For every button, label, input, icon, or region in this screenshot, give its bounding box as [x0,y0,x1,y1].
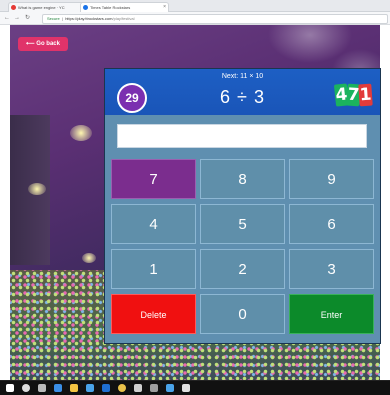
browser-tab-1[interactable]: What is game engine · YC × [8,2,87,12]
stage-light [70,125,92,141]
key-6[interactable]: 6 [289,204,374,244]
back-arrow-icon: ⟵ [26,41,37,47]
windows-taskbar [0,380,390,395]
secure-label: Secure [47,16,60,21]
answer-input[interactable] [117,124,367,148]
settings-icon[interactable] [166,384,174,392]
ttrockstars-logo: 4 7 1 [333,83,375,108]
quiz-panel: Next: 11 × 10 29 6 ÷ 3 4 7 1 7 8 9 4 5 6… [104,68,381,344]
start-icon[interactable] [6,384,14,392]
edge-icon[interactable] [54,384,62,392]
reload-icon[interactable]: ↻ [25,14,30,22]
task-view-icon[interactable] [38,384,46,392]
media-icon[interactable] [150,384,158,392]
next-question-label: Next: 11 × 10 [221,73,264,80]
key-3[interactable]: 3 [289,249,374,289]
photos-icon[interactable] [134,384,142,392]
forward-arrow-icon[interactable]: → [14,14,20,22]
quiz-header: Next: 11 × 10 29 6 ÷ 3 4 7 1 [105,69,380,115]
browser-tab-2[interactable]: Times Table Rockstars × [80,2,169,12]
store-icon[interactable] [86,384,94,392]
browser-tab-bar: What is game engine · YC × Times Table R… [0,0,390,12]
url-host: https://play.ttrockstars.com [65,16,113,21]
key-8[interactable]: 8 [200,159,285,199]
favicon-icon [11,5,16,10]
search-icon[interactable] [22,384,30,392]
timer-badge: 29 [117,83,147,113]
key-5[interactable]: 5 [200,204,285,244]
stage-light [82,253,96,263]
keypad: 7 8 9 4 5 6 1 2 3 Delete 0 Enter [111,159,375,339]
question-text: 6 ÷ 3 [220,87,265,107]
logo-digit: 1 [358,83,373,107]
stage-light [28,183,46,195]
key-0[interactable]: 0 [200,294,285,334]
key-9[interactable]: 9 [289,159,374,199]
explorer-icon[interactable] [70,384,78,392]
app-icon[interactable] [182,384,190,392]
go-back-label: Go back [36,41,60,47]
go-back-button[interactable]: ⟵ Go back [18,37,68,51]
chrome-icon[interactable] [118,384,126,392]
enter-button[interactable]: Enter [289,294,374,334]
favicon-icon [83,5,88,10]
close-icon[interactable]: × [163,3,166,12]
key-7[interactable]: 7 [111,159,196,199]
back-arrow-icon[interactable]: ← [4,14,10,22]
key-4[interactable]: 4 [111,204,196,244]
address-bar[interactable]: Secure | https://play.ttrockstars.com/pl… [42,14,388,24]
key-2[interactable]: 2 [200,249,285,289]
tab-title: What is game engine · YC [18,5,65,10]
url-path: /play/festival [112,16,135,21]
browser-toolbar: ← → ↻ Secure | https://play.ttrockstars.… [0,12,390,25]
tab-title: Times Table Rockstars [90,5,131,10]
key-1[interactable]: 1 [111,249,196,289]
delete-button[interactable]: Delete [111,294,196,334]
mail-icon[interactable] [102,384,110,392]
